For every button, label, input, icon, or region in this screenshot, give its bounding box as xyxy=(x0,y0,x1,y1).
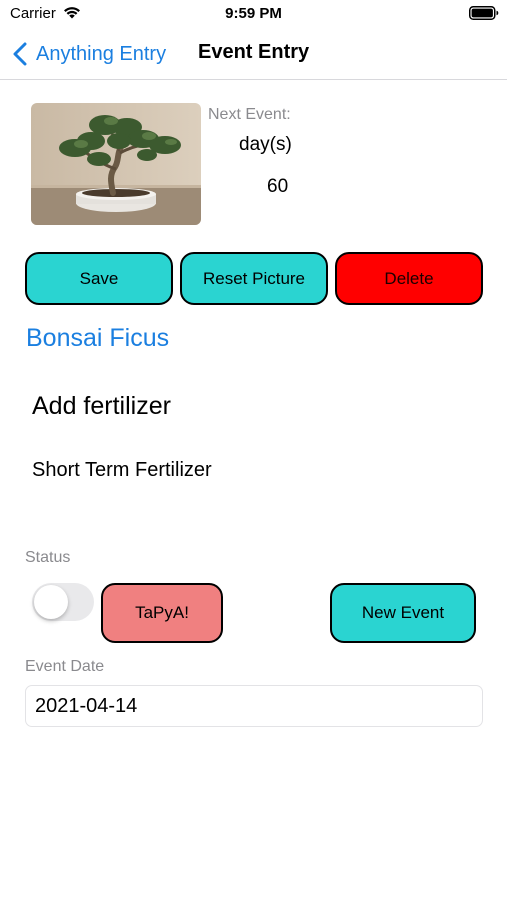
reset-picture-button[interactable]: Reset Picture xyxy=(180,252,328,305)
status-label: Status xyxy=(25,549,71,566)
status-toggle[interactable] xyxy=(32,583,94,621)
next-event-label: Next Event: xyxy=(208,106,291,123)
back-button[interactable]: Anything Entry xyxy=(12,40,166,68)
bonsai-photo xyxy=(31,103,201,225)
new-event-button[interactable]: New Event xyxy=(330,583,476,643)
battery-icon xyxy=(469,6,499,20)
page-title: Event Entry xyxy=(198,41,310,63)
event-title: Add fertilizer xyxy=(32,392,171,420)
event-subtitle: Short Term Fertilizer xyxy=(32,459,212,481)
navigation-bar: Anything Entry Event Entry xyxy=(0,28,507,80)
clock-time: 9:59 PM xyxy=(225,5,282,22)
days-unit-label: day(s) xyxy=(239,134,292,155)
event-date-label: Event Date xyxy=(25,658,105,675)
tapya-button[interactable]: TaPyA! xyxy=(101,583,223,643)
event-date-field[interactable] xyxy=(25,685,483,727)
back-button-label: Anything Entry xyxy=(36,42,167,65)
toggle-knob xyxy=(34,585,68,619)
status-bar: Carrier 9:59 PM xyxy=(0,0,507,28)
save-button[interactable]: Save xyxy=(25,252,173,305)
item-name-link[interactable]: Bonsai Ficus xyxy=(26,324,169,353)
delete-button[interactable]: Delete xyxy=(335,252,483,305)
chevron-left-icon xyxy=(13,42,27,66)
days-value: 60 xyxy=(267,176,289,197)
